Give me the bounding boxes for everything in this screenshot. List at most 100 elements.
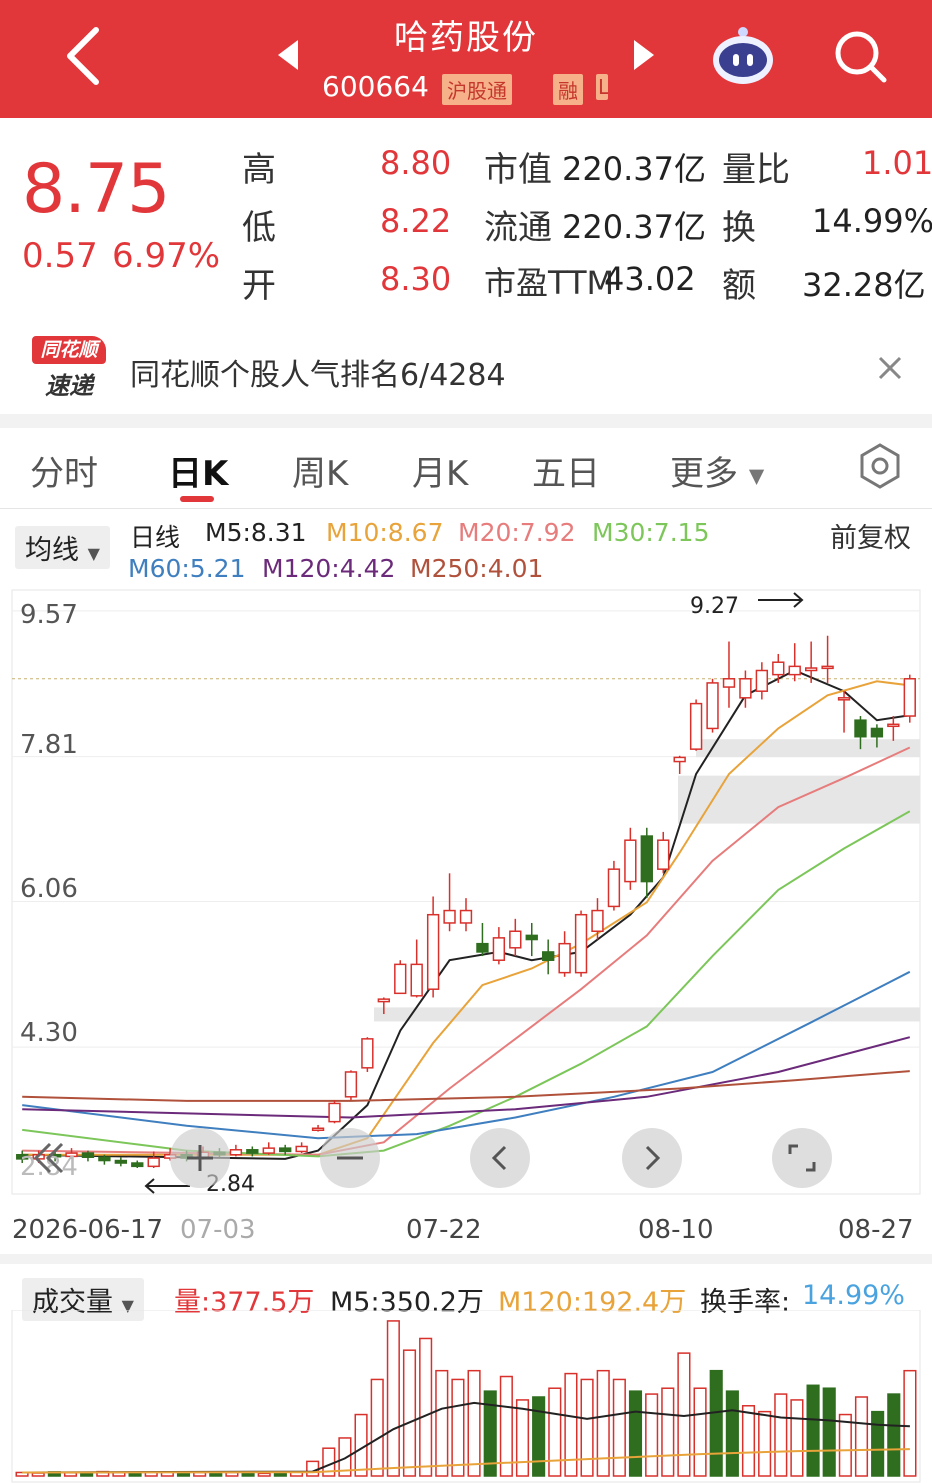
candle-body: [722, 678, 736, 688]
candle-body: [870, 727, 884, 738]
candle-body: [558, 942, 571, 974]
amount-label: 额: [722, 266, 756, 306]
tab-weekly-k[interactable]: 周K: [292, 446, 348, 495]
volume-bar: [838, 1413, 852, 1477]
open-label: 开: [242, 266, 276, 306]
candle-body: [279, 1147, 292, 1153]
candle-body: [509, 930, 522, 949]
pan-left-button[interactable]: [470, 1128, 530, 1188]
candle-body: [837, 697, 851, 701]
low-value: 8.22: [380, 202, 452, 240]
candle-body: [229, 1149, 243, 1156]
gap-zone: [696, 739, 920, 758]
ma-dropdown-label: 均线: [25, 535, 79, 566]
volume-bar: [402, 1349, 417, 1477]
price-change-pct: 6.97%: [112, 236, 221, 276]
candle-body: [131, 1162, 144, 1168]
candle-body: [574, 913, 588, 974]
candle-body: [772, 661, 785, 676]
volume-bar: [580, 1378, 594, 1477]
volume-bar: [628, 1390, 643, 1477]
y-tick-label: 7.81: [20, 730, 78, 760]
candle-body: [804, 667, 818, 672]
x-tick-label: 08-10: [638, 1215, 714, 1245]
market-cap-value: 220.37亿: [562, 150, 706, 188]
zoom-out-icon: [337, 1156, 363, 1160]
low-label: 低: [242, 208, 276, 248]
turnover-rate-value: 14.99%: [802, 1280, 905, 1311]
market-cap-label: 市值: [484, 150, 552, 190]
ma20-label: M20:7.92: [458, 518, 576, 547]
tab-monthly-k[interactable]: 月K: [412, 446, 468, 495]
candle-body: [525, 934, 538, 941]
collapse-left-icon: [33, 1142, 64, 1174]
candlestick-chart[interactable]: [0, 588, 932, 1198]
margin-badge: 融: [553, 74, 583, 105]
fullscreen-button[interactable]: [772, 1128, 832, 1188]
volume-bar: [774, 1393, 788, 1477]
tab-intraday[interactable]: 分时: [30, 446, 98, 495]
candle-body: [443, 909, 456, 924]
next-stock-icon[interactable]: [632, 38, 656, 72]
candle-body: [426, 913, 440, 990]
pan-right-icon: [645, 1145, 661, 1171]
volume-bar: [548, 1387, 562, 1477]
open-value: 8.30: [380, 260, 452, 298]
ma-dropdown[interactable]: 均线 ▼: [15, 526, 110, 569]
volume-bar: [790, 1399, 804, 1477]
tab-more[interactable]: 更多 ▼: [670, 446, 764, 495]
volume-bar: [693, 1387, 707, 1477]
collapse-left-button[interactable]: [20, 1128, 80, 1188]
candle-body: [640, 835, 653, 883]
price-change: 0.57: [22, 236, 98, 276]
volume-bar: [887, 1393, 901, 1477]
candle-body: [459, 909, 473, 924]
candle-body: [788, 665, 801, 676]
chevron-down-icon: ▼: [748, 463, 765, 488]
adjust-mode[interactable]: 前复权: [830, 516, 911, 555]
close-icon[interactable]: [876, 354, 904, 382]
float-cap-label: 流通: [484, 208, 552, 248]
robot-icon[interactable]: [708, 22, 778, 88]
turnover-value: 14.99%: [812, 202, 932, 240]
header-bar: 哈药股份 600664 沪股通 融 L: [0, 0, 932, 118]
tab-more-label: 更多: [670, 454, 738, 494]
volume-bar: [128, 1472, 142, 1477]
volume-bar: [725, 1390, 739, 1477]
zoom-out-button[interactable]: [320, 1128, 380, 1188]
pe-label: 市盈TTM: [484, 264, 615, 302]
candle-body: [689, 702, 703, 750]
y-tick-label: 9.57: [20, 600, 78, 630]
zoom-in-button[interactable]: [170, 1128, 230, 1188]
current-price: 8.75: [22, 150, 170, 229]
settings-icon[interactable]: [856, 442, 904, 490]
candle-body: [394, 963, 407, 995]
volume-chart[interactable]: [0, 1310, 932, 1483]
pan-right-button[interactable]: [622, 1128, 682, 1188]
ma250-label: M250:4.01: [410, 554, 544, 583]
volume-bar: [467, 1369, 481, 1477]
candle-body: [887, 723, 900, 728]
candle-body: [361, 1038, 374, 1069]
arrow-right-icon: [758, 592, 804, 608]
high-annotation: 9.27: [690, 594, 739, 619]
news-text[interactable]: 同花顺个股人气排名6/4284: [130, 350, 506, 394]
float-cap-value: 220.37亿: [562, 208, 706, 246]
candle-body: [739, 678, 752, 699]
period-label: 日线: [130, 523, 181, 552]
gap-zone: [678, 775, 920, 824]
high-value: 8.80: [380, 144, 452, 182]
tab-five-day[interactable]: 五日: [532, 446, 600, 495]
tab-daily-k[interactable]: 日K: [168, 446, 228, 495]
search-icon[interactable]: [832, 28, 888, 84]
chart-frame: [11, 589, 921, 1195]
volume-bar: [806, 1384, 820, 1477]
volume-bar: [596, 1369, 610, 1477]
chevron-down-icon: ▼: [87, 544, 100, 563]
candle-body: [476, 942, 489, 953]
volume-bar: [435, 1369, 449, 1477]
candle-body: [657, 839, 670, 870]
candle-body: [607, 868, 621, 908]
x-tick-label: 08-27: [838, 1215, 914, 1245]
hk-connect-badge: 沪股通: [442, 74, 512, 105]
